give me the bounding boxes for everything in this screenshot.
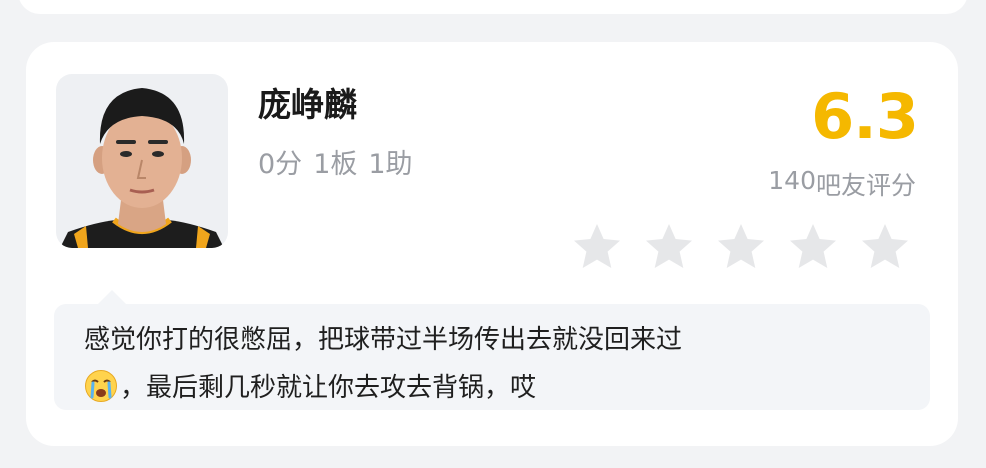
- star-icon-4[interactable]: [788, 222, 838, 272]
- star-rating-input[interactable]: [572, 222, 910, 272]
- comment-line-2-text: ，最后剩几秒就让你去攻去背锅，哎: [120, 373, 537, 403]
- star-icon-5[interactable]: [860, 222, 910, 272]
- rebounds-stat: 1板: [313, 149, 358, 180]
- comment-pointer: [98, 290, 126, 304]
- comment-line-1: 感觉你打的很憋屈，把球带过半场传出去就没回来过: [84, 325, 683, 355]
- crying-face-icon: [85, 370, 117, 402]
- average-score: 6.3: [811, 80, 919, 153]
- player-avatar[interactable]: [56, 74, 228, 248]
- raters-number: 140: [768, 166, 816, 195]
- player-name[interactable]: 庞峥麟: [258, 78, 357, 126]
- star-icon-1[interactable]: [572, 222, 622, 272]
- comment-line-2: ，最后剩几秒就让你去攻去背锅，哎: [84, 364, 912, 412]
- star-icon-2[interactable]: [644, 222, 694, 272]
- top-comment[interactable]: 感觉你打的很憋屈，把球带过半场传出去就没回来过 ，最后剩几秒就让你去攻去背锅，哎: [54, 304, 930, 410]
- star-icon-3[interactable]: [716, 222, 766, 272]
- raters-label: 吧友评分: [815, 171, 916, 200]
- raters-count: 140 吧友评分: [768, 166, 916, 202]
- assists-stat: 1助: [368, 149, 413, 180]
- points-stat: 0分: [258, 149, 303, 180]
- player-stats: 0分 1板 1助: [258, 142, 413, 181]
- previous-card: [18, 0, 968, 14]
- player-rating-card[interactable]: 庞峥麟 0分 1板 1助 6.3 140 吧友评分 感觉你打的很憋屈，把球带过半…: [26, 42, 958, 446]
